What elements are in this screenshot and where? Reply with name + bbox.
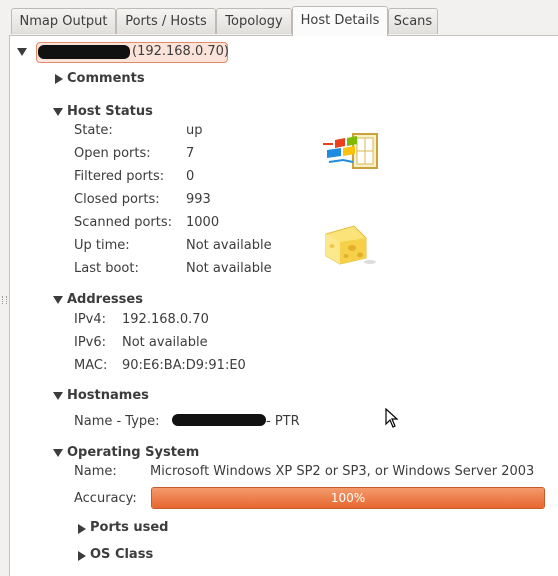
- filtered-ports-label: Filtered ports:: [74, 169, 165, 184]
- tab-ports-hosts[interactable]: Ports / Hosts: [116, 8, 216, 34]
- hostnames-header[interactable]: Hostnames: [67, 388, 149, 403]
- ports-used-expander-icon[interactable]: [78, 524, 86, 534]
- tab-nmap-output[interactable]: Nmap Output: [11, 8, 116, 34]
- host-status-header[interactable]: Host Status: [67, 104, 153, 119]
- closed-ports-label: Closed ports:: [74, 192, 160, 207]
- mac-label: MAC:: [74, 358, 108, 373]
- tab-scans[interactable]: Scans: [388, 8, 438, 34]
- tab-bar: Nmap Output Ports / Hosts Topology Host …: [0, 0, 558, 36]
- tab-topology[interactable]: Topology: [216, 8, 292, 34]
- hostname-type-label: Name - Type:: [74, 414, 160, 429]
- last-boot-label: Last boot:: [74, 261, 139, 276]
- operating-system-header[interactable]: Operating System: [67, 445, 199, 460]
- redacted-hostname-entry: [172, 414, 266, 426]
- hostnames-expander-icon[interactable]: [53, 392, 63, 400]
- accuracy-label: Accuracy:: [74, 491, 137, 506]
- os-expander-icon[interactable]: [53, 449, 63, 457]
- mouse-cursor-icon: [385, 408, 399, 428]
- uptime-label: Up time:: [74, 238, 130, 253]
- filtered-ports-value: 0: [186, 169, 195, 184]
- windows-logo-icon: [323, 133, 378, 169]
- cheese-icon: [325, 225, 376, 265]
- ipv6-value: Not available: [122, 335, 208, 350]
- open-ports-label: Open ports:: [74, 146, 151, 161]
- tab-host-details[interactable]: Host Details: [292, 6, 388, 36]
- comments-expander-icon[interactable]: [55, 74, 63, 84]
- host-address: (192.168.0.70): [132, 44, 229, 59]
- redacted-hostname: [38, 45, 130, 59]
- ipv6-label: IPv6:: [74, 335, 107, 350]
- os-name-value: Microsoft Windows XP SP2 or SP3, or Wind…: [150, 464, 535, 479]
- accuracy-progress-text: 100%: [330, 491, 366, 505]
- mac-value: 90:E6:BA:D9:91:E0: [122, 358, 246, 373]
- closed-ports-value: 993: [186, 192, 211, 207]
- os-name-label: Name:: [74, 464, 117, 479]
- hostname-type-value: - PTR: [266, 414, 300, 429]
- os-class-expander-icon[interactable]: [78, 551, 86, 561]
- ipv4-label: IPv4:: [74, 312, 107, 327]
- host-status-expander-icon[interactable]: [53, 108, 63, 116]
- last-boot-value: Not available: [186, 261, 272, 276]
- ports-used-header[interactable]: Ports used: [90, 520, 168, 535]
- open-ports-value: 7: [186, 146, 195, 161]
- scanned-ports-label: Scanned ports:: [74, 215, 173, 230]
- addresses-expander-icon[interactable]: [53, 296, 63, 304]
- state-value: up: [186, 123, 203, 138]
- host-details-panel: (192.168.0.70) Comments Host Status Stat…: [9, 35, 558, 576]
- uptime-value: Not available: [186, 238, 272, 253]
- accuracy-progress-bar: 100%: [151, 487, 545, 509]
- pane-resize-grip[interactable]: [2, 296, 7, 304]
- state-label: State:: [74, 123, 113, 138]
- scanned-ports-value: 1000: [186, 215, 220, 230]
- ipv4-value: 192.168.0.70: [122, 312, 209, 327]
- host-expander-icon[interactable]: [17, 48, 27, 56]
- os-class-header[interactable]: OS Class: [90, 547, 153, 562]
- addresses-header[interactable]: Addresses: [67, 292, 143, 307]
- comments-header[interactable]: Comments: [67, 71, 145, 86]
